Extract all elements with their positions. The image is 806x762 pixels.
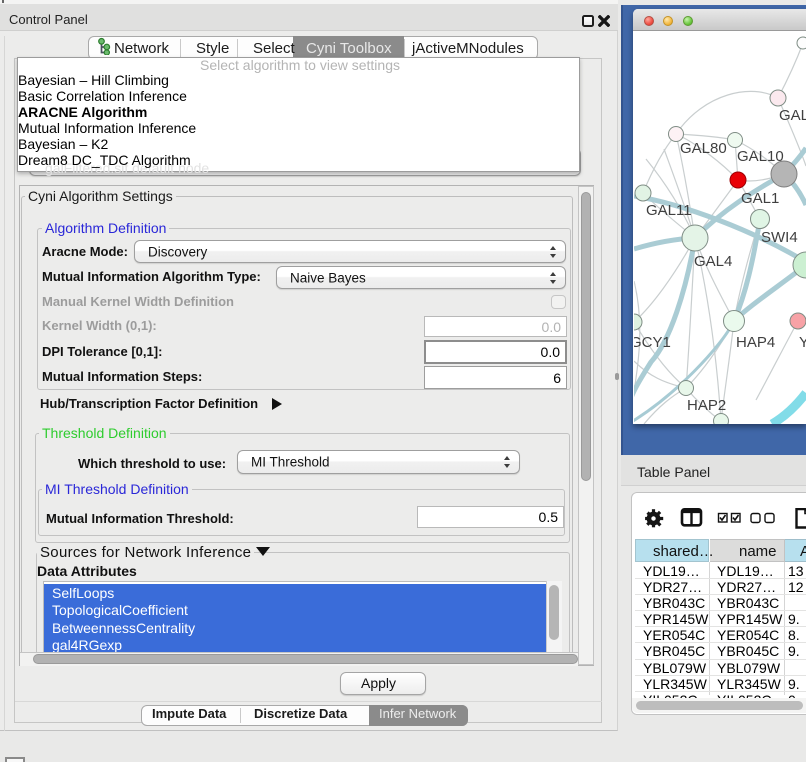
svg-text:GCY1: GCY1 [634,334,671,351]
svg-text:GAL4: GAL4 [694,253,732,270]
svg-text:Y: Y [799,334,806,351]
svg-text:SWI4: SWI4 [761,229,798,246]
svg-text:GAL10: GAL10 [737,148,784,165]
svg-text:GAL80: GAL80 [680,140,727,157]
svg-text:GAL7: GAL7 [779,107,806,124]
svg-text:GAL1: GAL1 [741,190,779,207]
svg-text:HAP4: HAP4 [736,334,775,351]
svg-text:GAL11: GAL11 [646,202,692,219]
svg-text:HAP2: HAP2 [687,397,726,414]
